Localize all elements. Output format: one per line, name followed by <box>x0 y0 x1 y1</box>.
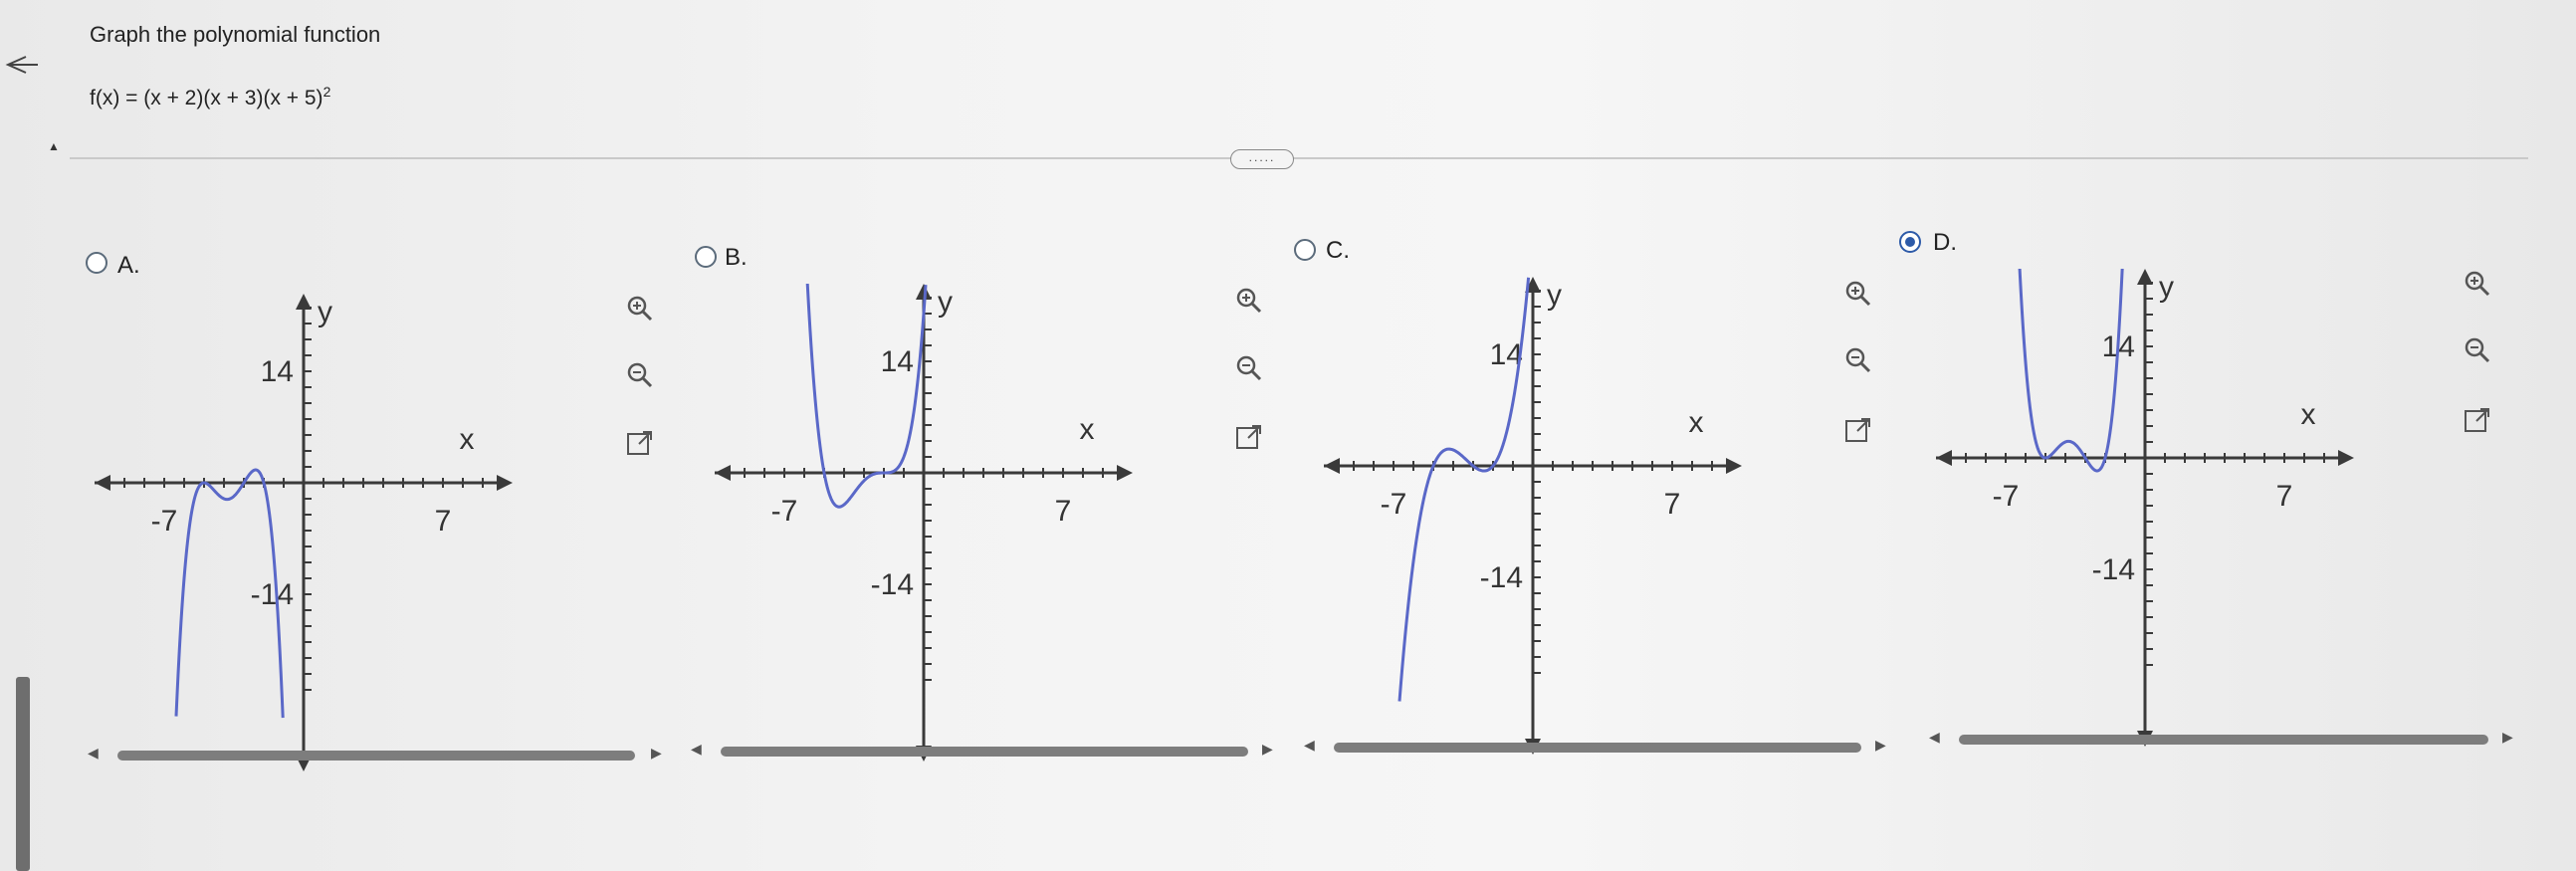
scroll-left-icon[interactable]: ◀ <box>691 741 702 758</box>
zoom-out-icon[interactable] <box>2461 333 2494 367</box>
graph-svg: yx-7 714-14 <box>1936 267 2354 747</box>
scroll-left-icon[interactable]: ◀ <box>1304 737 1315 754</box>
option-b-label: B. <box>725 244 748 271</box>
option-d: D. y x -7 7 14 -14 ◀ ▶ <box>0 0 2513 796</box>
x-axis-arrow-icon <box>1117 465 1133 481</box>
x-axis-label: x <box>2301 398 2316 431</box>
y-tick-label-neg: -14 <box>871 568 914 601</box>
horizontal-scrollbar-b[interactable]: ◀ ▶ <box>691 739 1288 762</box>
x-axis-label: x <box>1689 406 1704 439</box>
x-axis-arrow-icon <box>715 465 731 481</box>
scroll-thumb[interactable] <box>1334 743 1861 753</box>
radio-option-b[interactable] <box>695 246 717 268</box>
zoom-in-icon[interactable] <box>1232 284 1266 318</box>
x-tick-label-pos: 7 <box>1664 488 1681 521</box>
vertical-scrollbar[interactable] <box>16 677 30 871</box>
zoom-in-icon[interactable] <box>1841 277 1875 311</box>
zoom-out-icon[interactable] <box>623 358 657 392</box>
x-tick-label-neg: -7 <box>1381 488 1407 521</box>
x-axis-arrow-icon <box>1324 458 1340 474</box>
zoom-in-icon[interactable] <box>623 292 657 326</box>
graph-option-b: y x -7 7 14 -14 <box>715 283 1133 762</box>
x-axis-arrow-icon <box>2338 450 2354 466</box>
y-axis-label: y <box>938 286 953 319</box>
x-axis-label: x <box>1080 413 1095 446</box>
y-tick-label-neg: -14 <box>2092 553 2135 586</box>
x-axis-arrow-icon <box>1726 458 1742 474</box>
polynomial-curve <box>2018 267 2124 473</box>
zoom-out-icon[interactable] <box>1841 343 1875 377</box>
y-tick-label-pos: 14 <box>881 345 914 378</box>
x-axis-arrow-icon <box>1936 450 1952 466</box>
scroll-thumb[interactable] <box>1959 735 2488 745</box>
scroll-left-icon[interactable]: ◀ <box>1929 729 1940 746</box>
horizontal-scrollbar-d[interactable]: ◀ ▶ <box>1929 727 2526 751</box>
radio-option-c[interactable] <box>1294 239 1316 261</box>
open-in-new-window-icon[interactable] <box>2461 403 2494 437</box>
y-tick-label-neg: -14 <box>1480 561 1523 594</box>
horizontal-scrollbar-c[interactable]: ◀ ▶ <box>1304 735 1901 759</box>
y-axis-label: y <box>1547 279 1562 312</box>
scroll-right-icon[interactable]: ▶ <box>2502 729 2513 746</box>
zoom-in-icon[interactable] <box>2461 267 2494 301</box>
option-d-label: D. <box>1933 229 1957 256</box>
open-in-new-window-icon[interactable] <box>623 426 657 460</box>
open-in-new-window-icon[interactable] <box>1841 413 1875 447</box>
graph-option-d: y x -7 7 14 -14 <box>1936 267 2354 747</box>
scroll-thumb[interactable] <box>721 747 1248 757</box>
scroll-right-icon[interactable]: ▶ <box>651 745 662 762</box>
graph-option-c: y x -7 7 14 -14 <box>1324 277 1742 755</box>
x-tick-label-neg: -7 <box>1993 480 2020 513</box>
x-tick-label-pos: 7 <box>2276 480 2293 513</box>
scroll-right-icon[interactable]: ▶ <box>1875 737 1886 754</box>
scroll-right-icon[interactable]: ▶ <box>1262 741 1273 758</box>
radio-option-d[interactable] <box>1899 231 1921 253</box>
open-in-new-window-icon[interactable] <box>1232 420 1266 454</box>
x-tick-label-pos: 7 <box>1055 495 1072 528</box>
graph-svg: yx-7 714-14 <box>1324 277 1742 755</box>
zoom-out-icon[interactable] <box>1232 351 1266 385</box>
y-axis-label: y <box>2159 271 2174 304</box>
more-button[interactable]: ..... <box>1230 149 1294 169</box>
x-tick-label-neg: -7 <box>771 495 798 528</box>
graph-svg: y x -7 7 14 -14 <box>715 283 1133 762</box>
option-c-label: C. <box>1326 237 1350 264</box>
